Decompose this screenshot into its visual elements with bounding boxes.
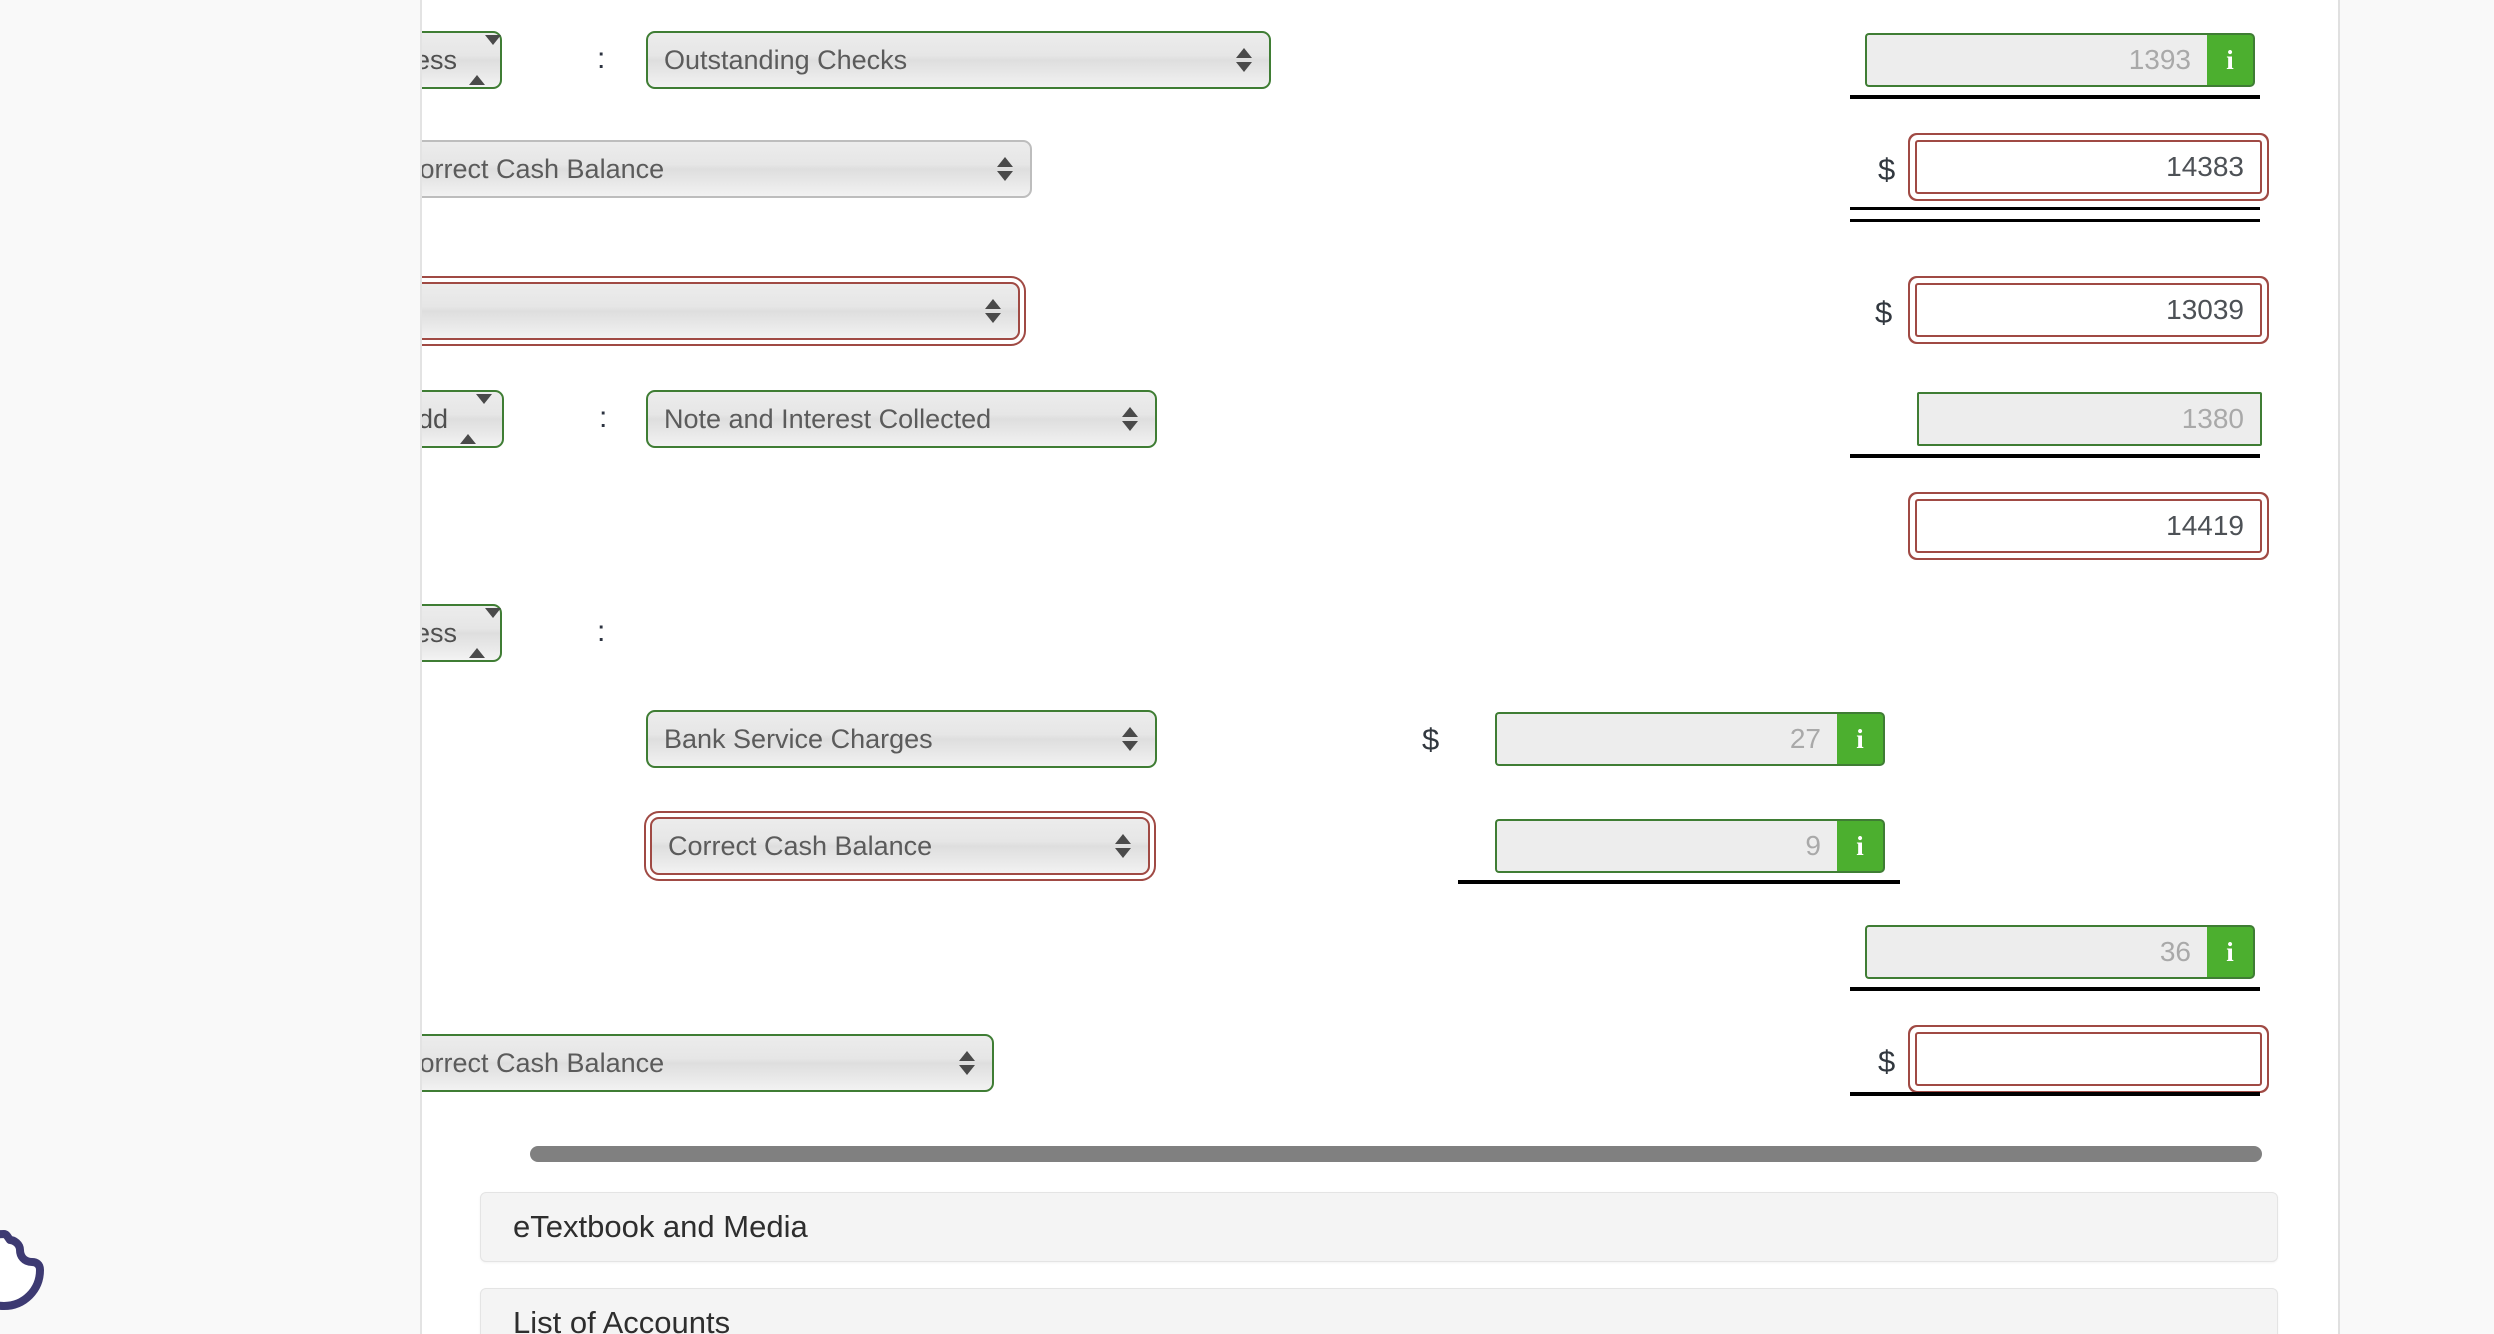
account-select-correct-cash-balance-2[interactable]: Correct Cash Balance bbox=[650, 817, 1150, 875]
panel-label-etextbook-and-media: eTextbook and Media bbox=[513, 1209, 808, 1244]
amount-input-correct-cash-balance-3[interactable] bbox=[1915, 1032, 2262, 1086]
amount-value: 14383 bbox=[1915, 140, 2262, 194]
cookie-consent-icon[interactable] bbox=[0, 1228, 46, 1312]
chevron-updown-icon bbox=[1121, 402, 1139, 436]
amount-value bbox=[1915, 1032, 2262, 1086]
amount-field-outstanding-checks[interactable]: 1393 i bbox=[1865, 33, 2255, 87]
amount-input-correct-cash-balance-1[interactable]: 14383 bbox=[1915, 140, 2262, 194]
amount-value: 14419 bbox=[1915, 499, 2262, 553]
account-select-outstanding-checks[interactable]: Outstanding Checks bbox=[646, 31, 1271, 89]
currency-symbol-correct-cash-balance-3: $ bbox=[1878, 1044, 1896, 1079]
row-colon-note-and-interest: : bbox=[599, 401, 608, 434]
amount-field-correct-cash-balance-2[interactable]: 9 i bbox=[1495, 819, 1885, 873]
total-rule-double-1 bbox=[1850, 207, 2260, 222]
total-rule-3 bbox=[1458, 880, 1900, 884]
account-select-note-and-interest[interactable]: Note and Interest Collected bbox=[646, 390, 1157, 448]
stepper-label: Less bbox=[422, 44, 458, 75]
panel-list-of-accounts[interactable]: List of Accounts bbox=[480, 1288, 2278, 1334]
amount-input-blank-row[interactable]: 13039 bbox=[1915, 283, 2262, 337]
account-select-label: Correct Cash Balance bbox=[668, 830, 933, 861]
page-root: Less : Outstanding Checks 1393 i Correct… bbox=[0, 0, 2494, 1334]
amount-value: 9 bbox=[1495, 819, 1837, 873]
currency-symbol-blank-row: $ bbox=[1875, 295, 1893, 330]
account-select-bank-service-charges[interactable]: Bank Service Charges bbox=[646, 710, 1157, 768]
currency-symbol-bank-service-charges: $ bbox=[1422, 722, 1440, 757]
row-colon-outstanding-checks: : bbox=[597, 42, 606, 75]
account-select-label: Correct Cash Balance bbox=[422, 1047, 665, 1078]
account-select-label: Correct Cash Balance bbox=[422, 153, 665, 184]
amount-value: 13039 bbox=[1915, 283, 2262, 337]
chevron-updown-icon bbox=[984, 294, 1002, 328]
total-rule-1 bbox=[1850, 95, 2260, 99]
stepper-label: Add bbox=[422, 403, 449, 434]
amount-value: 27 bbox=[1495, 712, 1837, 766]
row-colon-less-group: : bbox=[597, 615, 606, 648]
amount-value: 1380 bbox=[1917, 392, 2262, 446]
account-select-label: Bank Service Charges bbox=[664, 723, 933, 754]
total-rule-2 bbox=[1850, 454, 2260, 458]
amount-field-bank-service-charges[interactable]: 27 i bbox=[1495, 712, 1885, 766]
total-rule-4 bbox=[1850, 987, 2260, 991]
horizontal-scrollbar-thumb[interactable] bbox=[530, 1146, 2262, 1162]
account-select-label: Outstanding Checks bbox=[664, 44, 908, 75]
amount-value: 1393 bbox=[1865, 33, 2207, 87]
row-stepper-less-group[interactable]: Less bbox=[422, 604, 502, 662]
amount-field-note-and-interest[interactable]: 1380 bbox=[1917, 392, 2262, 446]
amount-field-deductions-total[interactable]: 36 i bbox=[1865, 925, 2255, 979]
chevron-updown-icon bbox=[1121, 722, 1139, 756]
stepper-arrows-icon bbox=[460, 393, 493, 444]
chevron-updown-icon bbox=[958, 1046, 976, 1080]
info-icon-correct-cash-balance-2[interactable]: i bbox=[1837, 819, 1885, 873]
info-icon-deductions-total[interactable]: i bbox=[2207, 925, 2255, 979]
stepper-label: Less bbox=[422, 617, 458, 648]
info-icon-bank-service-charges[interactable]: i bbox=[1837, 712, 1885, 766]
account-select-correct-cash-balance-3[interactable]: Correct Cash Balance bbox=[422, 1034, 994, 1092]
bank-reconciliation-worksheet: Less : Outstanding Checks 1393 i Correct… bbox=[422, 0, 2338, 1135]
chevron-updown-icon bbox=[1235, 43, 1253, 77]
chevron-updown-icon bbox=[996, 152, 1014, 186]
row-stepper-note-and-interest[interactable]: Add bbox=[422, 390, 504, 448]
amount-value: 36 bbox=[1865, 925, 2207, 979]
amount-input-subtotal[interactable]: 14419 bbox=[1915, 499, 2262, 553]
chevron-updown-icon bbox=[1114, 829, 1132, 863]
stepper-arrows-icon bbox=[469, 607, 502, 658]
panel-label-list-of-accounts: List of Accounts bbox=[513, 1305, 731, 1334]
left-rail bbox=[0, 0, 420, 1334]
right-rail bbox=[2340, 0, 2494, 1334]
info-icon-outstanding-checks[interactable]: i bbox=[2207, 33, 2255, 87]
account-select-blank-row[interactable] bbox=[422, 282, 1020, 340]
panel-etextbook-and-media[interactable]: eTextbook and Media bbox=[480, 1192, 2278, 1262]
total-rule-5 bbox=[1850, 1092, 2260, 1096]
account-select-label: Note and Interest Collected bbox=[664, 403, 992, 434]
stepper-arrows-icon bbox=[469, 34, 502, 85]
account-select-correct-cash-balance-1[interactable]: Correct Cash Balance bbox=[422, 140, 1032, 198]
row-stepper-outstanding-checks[interactable]: Less bbox=[422, 31, 502, 89]
currency-symbol-correct-cash-balance-1: $ bbox=[1878, 152, 1896, 187]
